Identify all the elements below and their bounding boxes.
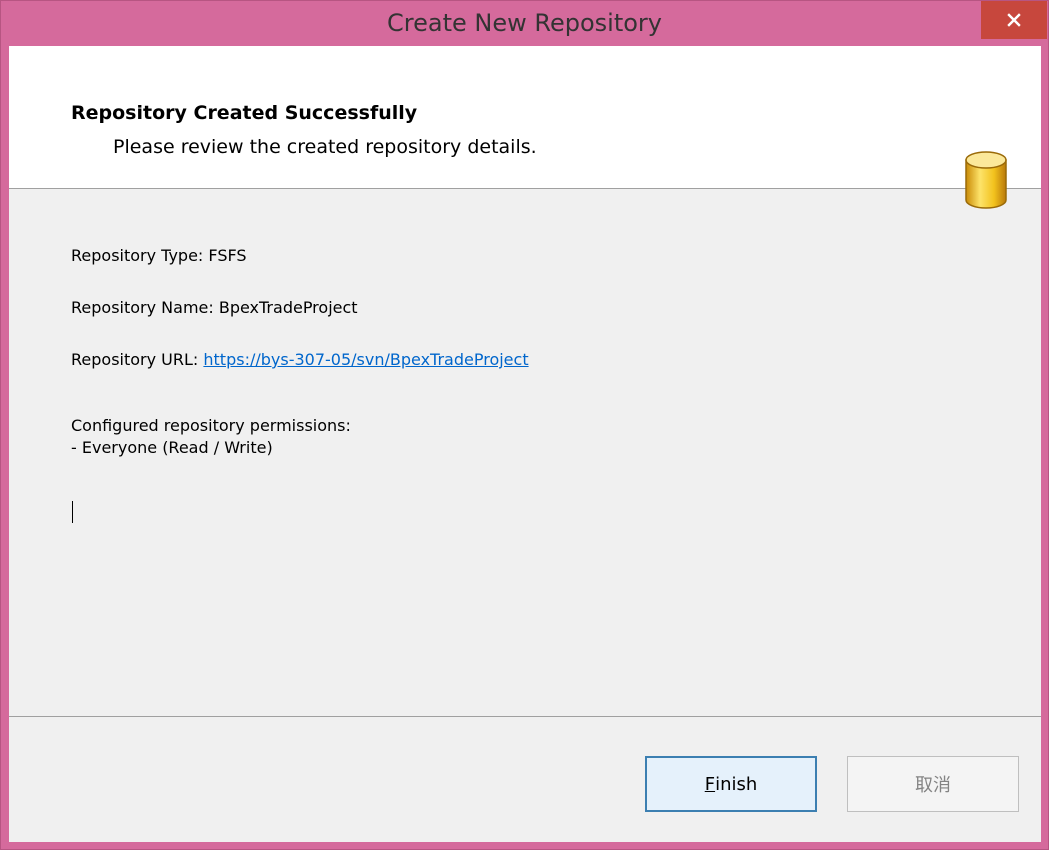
dialog-body: Repository Created Successfully Please r… <box>9 46 1041 842</box>
finish-button[interactable]: Finish <box>645 756 817 812</box>
close-icon <box>1007 13 1021 27</box>
finish-mnemonic: F <box>704 773 716 795</box>
dialog-window: Create New Repository Repository Created… <box>0 0 1049 850</box>
footer-divider <box>9 716 1041 717</box>
permission-entry: - Everyone (Read / Write) <box>71 438 273 457</box>
header-title: Repository Created Successfully <box>71 102 418 124</box>
cancel-label: 取消 <box>915 775 951 796</box>
permissions-heading: Configured repository permissions: <box>71 416 351 435</box>
close-button[interactable] <box>981 1 1047 39</box>
wizard-header: Repository Created Successfully Please r… <box>9 46 1041 209</box>
repository-url-label: Repository URL: <box>71 350 204 369</box>
database-icon <box>963 150 1009 216</box>
repository-url-row: Repository URL: https://bys-307-05/svn/B… <box>71 350 529 370</box>
repository-name: Repository Name: BpexTradeProject <box>71 298 358 317</box>
cancel-button[interactable]: 取消 <box>847 756 1019 812</box>
finish-label: inish <box>715 773 758 795</box>
title-bar[interactable]: Create New Repository <box>1 1 1048 46</box>
header-subtitle: Please review the created repository det… <box>113 136 537 158</box>
window-title: Create New Repository <box>387 9 662 37</box>
repository-type: Repository Type: FSFS <box>71 246 247 265</box>
text-caret <box>72 501 73 523</box>
repository-url-link[interactable]: https://bys-307-05/svn/BpexTradeProject <box>203 350 528 369</box>
